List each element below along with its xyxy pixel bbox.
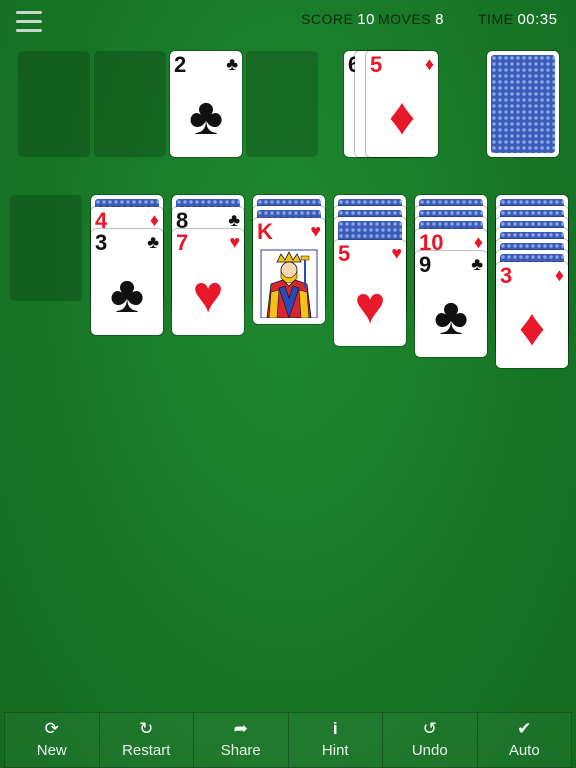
card-rank: 5: [370, 52, 383, 77]
undo-button[interactable]: ↺ Undo: [382, 712, 477, 768]
card-rank: 2: [174, 52, 187, 77]
button-label: Share: [220, 742, 261, 759]
club-icon: ♣: [228, 210, 240, 230]
tableau-3-card-7-hearts[interactable]: 7 ♥ ♥: [172, 229, 244, 335]
diamond-icon: ♦: [473, 232, 483, 252]
tableau-5-card-5-hearts[interactable]: 5 ♥ ♥: [334, 240, 406, 346]
button-label: New: [36, 742, 67, 759]
king-face-icon: [260, 249, 318, 318]
diamond-icon: ♦: [388, 88, 416, 146]
info-icon: i: [332, 719, 338, 738]
card-back-pattern: [491, 55, 555, 153]
score-label: SCORE: [301, 11, 354, 27]
stock-pile[interactable]: [487, 51, 559, 157]
club-icon: ♣: [433, 288, 469, 346]
hamburger-menu-icon: [16, 11, 42, 14]
diamond-icon: ♦: [149, 210, 159, 230]
tableau-7-card-3-diamonds[interactable]: 3 ♦ ♦: [496, 262, 568, 368]
tableau-6-card-9-clubs[interactable]: 9 ♣ ♣: [415, 251, 487, 357]
club-icon: ♣: [471, 254, 483, 274]
tableau-2-card-3-clubs[interactable]: 3 ♣ ♣: [91, 229, 163, 335]
moves-value: 8: [435, 11, 444, 28]
diamond-icon: ♦: [518, 299, 546, 357]
heart-icon: ♥: [310, 221, 321, 241]
club-icon: ♣: [188, 88, 224, 146]
share-button[interactable]: ➦ Share: [193, 712, 288, 768]
button-label: Auto: [508, 742, 540, 759]
club-icon: ♣: [226, 54, 238, 74]
auto-button[interactable]: ✔ Auto: [476, 712, 572, 768]
heart-icon: ♥: [354, 277, 386, 335]
time-value: 00:35: [517, 11, 558, 28]
new-game-button[interactable]: ⟳ New: [4, 712, 99, 768]
checkmark-icon: ✔: [517, 719, 532, 738]
shuffle-icon: ⟳: [44, 719, 59, 738]
hamburger-line: [16, 29, 42, 32]
foundation-slot-2[interactable]: [94, 51, 166, 157]
moves-label: MOVES: [378, 11, 432, 27]
card-rank: 3: [500, 263, 513, 288]
score-display: SCORE 10: [301, 11, 375, 28]
card-rank: K: [257, 219, 273, 244]
bottom-toolbar: ⟳ New ↻ Restart ➦ Share i Hint ↺ Undo ✔ …: [4, 712, 572, 768]
share-icon: ➦: [233, 719, 248, 738]
card-rank: 9: [419, 252, 432, 277]
diamond-icon: ♦: [554, 265, 564, 285]
button-label: Undo: [411, 742, 448, 759]
tableau-4-card-king-hearts[interactable]: K ♥: [253, 218, 325, 324]
restart-button[interactable]: ↻ Restart: [98, 712, 193, 768]
restart-icon: ↻: [139, 719, 154, 738]
hamburger-line: [16, 20, 42, 23]
tableau-slot-1[interactable]: [10, 195, 82, 301]
card-rank: 5: [338, 241, 351, 266]
hint-button[interactable]: i Hint: [287, 712, 382, 768]
heart-icon: ♥: [192, 266, 224, 324]
club-icon: ♣: [147, 232, 159, 252]
heart-icon: ♥: [229, 232, 240, 252]
foundation-slot-4[interactable]: [246, 51, 318, 157]
club-icon: ♣: [109, 266, 145, 324]
button-label: Restart: [122, 742, 171, 759]
time-display: TIME 00:35: [478, 11, 558, 28]
diamond-icon: ♦: [424, 54, 434, 74]
foundation-slot-1[interactable]: [18, 51, 90, 157]
waste-card-5-diamonds[interactable]: 5 ♦ ♦: [366, 51, 438, 157]
card-rank: 7: [176, 230, 189, 255]
foundation-card-2-clubs[interactable]: 2 ♣ ♣: [170, 51, 242, 157]
undo-icon: ↺: [422, 719, 437, 738]
moves-display: MOVES 8: [378, 11, 444, 28]
button-label: Hint: [321, 742, 349, 759]
card-rank: 3: [95, 230, 108, 255]
time-label: TIME: [478, 11, 514, 27]
heart-icon: ♥: [391, 243, 402, 263]
menu-button[interactable]: [16, 11, 42, 33]
score-value: 10: [357, 11, 375, 28]
